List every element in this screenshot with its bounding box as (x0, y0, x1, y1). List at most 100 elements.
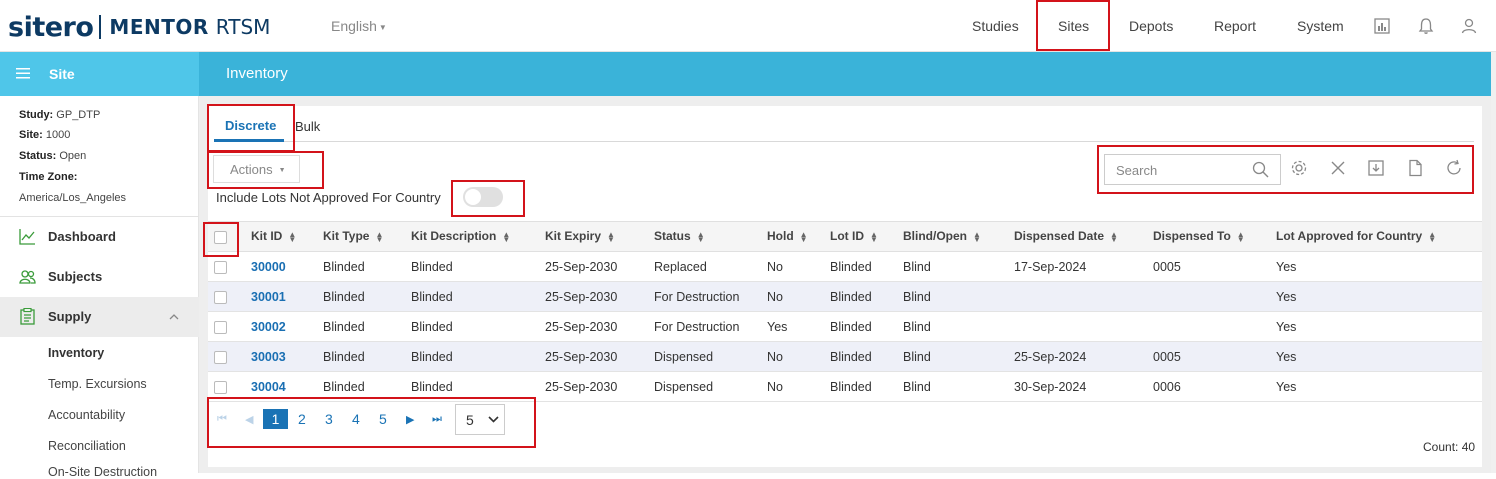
column-label: Status (654, 229, 691, 243)
sidebar-item-supply[interactable]: Supply (0, 297, 199, 337)
chevron-up-icon[interactable] (169, 313, 179, 320)
status-info: Status: Open (19, 150, 86, 162)
include-lots-label: Include Lots Not Approved For Country (216, 190, 441, 205)
column-label: Kit ID (251, 229, 283, 243)
kit-id-link[interactable]: 30000 (251, 260, 286, 274)
supply-icon (20, 308, 35, 325)
page-scrollbar[interactable] (1491, 52, 1496, 473)
logo: sitero MENTOR RTSM (8, 11, 270, 43)
sort-icon[interactable]: ▲ ▼ (288, 230, 296, 243)
row-checkbox[interactable] (214, 321, 227, 334)
sidebar-sub-inventory[interactable]: Inventory (48, 346, 104, 360)
sidebar-item-label: Subjects (48, 269, 103, 284)
sidebar-item-subjects[interactable]: Subjects (0, 257, 199, 297)
dispensed-date-cell: 30-Sep-2024 (1014, 380, 1087, 394)
column-label: Dispensed Date (1014, 229, 1105, 243)
col-kit-description-header[interactable]: Kit Description ▲ ▼ (411, 229, 510, 243)
dispensed-to-cell: 0005 (1153, 260, 1181, 274)
sort-icon[interactable]: ▲ ▼ (1110, 230, 1118, 243)
kit-id-link[interactable]: 30004 (251, 380, 286, 394)
kit-expiry-cell: 25-Sep-2030 (545, 320, 618, 334)
lot-id-cell: Blinded (830, 380, 872, 394)
col-status-header[interactable]: Status ▲ ▼ (654, 229, 705, 243)
dashboard-icon (19, 229, 35, 245)
col-lot-approved-header[interactable]: Lot Approved for Country ▲ ▼ (1276, 229, 1436, 243)
logo-mentor: MENTOR (109, 15, 209, 39)
row-checkbox[interactable] (214, 261, 227, 274)
study-value: GP_DTP (56, 109, 101, 121)
hold-cell: No (767, 380, 783, 394)
study-label: Study: (19, 109, 54, 121)
kit-type-cell: Blinded (323, 320, 365, 334)
column-label: Lot ID (830, 229, 864, 243)
sidebar-sub-onsite-destruction[interactable]: On-Site Destruction (48, 465, 157, 479)
lot-id-cell: Blinded (830, 290, 872, 304)
lot-id-cell: Blinded (830, 350, 872, 364)
lot-approved-cell: Yes (1276, 290, 1297, 304)
nav-studies[interactable]: Studies (972, 18, 1019, 34)
col-hold-header[interactable]: Hold ▲ ▼ (767, 229, 808, 243)
col-dispensed-date-header[interactable]: Dispensed Date ▲ ▼ (1014, 229, 1118, 243)
sort-icon[interactable]: ▲ ▼ (1237, 230, 1245, 243)
col-dispensed-to-header[interactable]: Dispensed To ▲ ▼ (1153, 229, 1245, 243)
sidebar-sub-accountability[interactable]: Accountability (48, 408, 125, 422)
nav-depots[interactable]: Depots (1129, 18, 1173, 34)
status-cell: For Destruction (654, 320, 740, 334)
sort-icon[interactable]: ▲ ▼ (973, 230, 981, 243)
kit-type-cell: Blinded (323, 350, 365, 364)
lot-approved-cell: Yes (1276, 260, 1297, 274)
row-checkbox[interactable] (214, 351, 227, 364)
sort-icon[interactable]: ▲ ▼ (800, 230, 808, 243)
highlight-tab-discrete (207, 104, 295, 152)
kit-id-link[interactable]: 30003 (251, 350, 286, 364)
hold-cell: Yes (767, 320, 788, 334)
sort-icon[interactable]: ▲ ▼ (502, 230, 510, 243)
sort-icon[interactable]: ▲ ▼ (375, 230, 383, 243)
col-kit-type-header[interactable]: Kit Type ▲ ▼ (323, 229, 383, 243)
page-header: Inventory (199, 52, 1491, 96)
language-select[interactable]: English ▼ (331, 18, 387, 34)
record-count: Count: 40 (1423, 440, 1476, 454)
sidebar-item-dashboard[interactable]: Dashboard (0, 217, 199, 257)
sort-icon[interactable]: ▲ ▼ (607, 230, 615, 243)
nav-report[interactable]: Report (1214, 18, 1256, 34)
nav-system[interactable]: System (1297, 18, 1344, 34)
col-blind-open-header[interactable]: Blind/Open ▲ ▼ (903, 229, 981, 243)
kit-id-link[interactable]: 30002 (251, 320, 286, 334)
blind-open-cell: Blind (903, 350, 931, 364)
caret-down-icon: ▼ (378, 22, 387, 32)
status-cell: Replaced (654, 260, 707, 274)
row-checkbox[interactable] (214, 381, 227, 394)
kit-description-cell: Blinded (411, 260, 453, 274)
kit-id-link[interactable]: 30001 (251, 290, 286, 304)
col-kit-id-header[interactable]: Kit ID ▲ ▼ (251, 229, 296, 243)
kit-description-cell: Blinded (411, 290, 453, 304)
sidebar-title: Site (49, 66, 75, 82)
highlight-sites (1036, 0, 1110, 51)
dispensed-to-cell: 0006 (1153, 380, 1181, 394)
col-kit-expiry-header[interactable]: Kit Expiry ▲ ▼ (545, 229, 615, 243)
logo-sitero: sitero (8, 11, 94, 43)
col-lot-id-header[interactable]: Lot ID ▲ ▼ (830, 229, 878, 243)
column-label: Lot Approved for Country (1276, 229, 1423, 243)
sidebar-sub-temp-excursions[interactable]: Temp. Excursions (48, 377, 147, 391)
status-label: Status: (19, 150, 57, 162)
sort-icon[interactable]: ▲ ▼ (1428, 230, 1436, 243)
menu-icon[interactable] (16, 67, 30, 79)
highlight-pager (207, 397, 536, 448)
row-checkbox[interactable] (214, 291, 227, 304)
sort-icon[interactable]: ▲ ▼ (697, 230, 705, 243)
chart-icon[interactable] (1373, 17, 1391, 35)
kit-description-cell: Blinded (411, 350, 453, 364)
sidebar-sub-reconciliation[interactable]: Reconciliation (48, 439, 126, 453)
column-label: Kit Type (323, 229, 370, 243)
bell-icon[interactable] (1417, 17, 1435, 35)
sort-icon[interactable]: ▲ ▼ (870, 230, 878, 243)
lot-id-cell: Blinded (830, 320, 872, 334)
kit-type-cell: Blinded (323, 260, 365, 274)
tab-bulk[interactable]: Bulk (295, 119, 320, 134)
tabs-divider (216, 141, 1474, 142)
dispensed-date-cell: 25-Sep-2024 (1014, 350, 1087, 364)
column-label: Kit Description (411, 229, 497, 243)
user-icon[interactable] (1460, 17, 1478, 35)
